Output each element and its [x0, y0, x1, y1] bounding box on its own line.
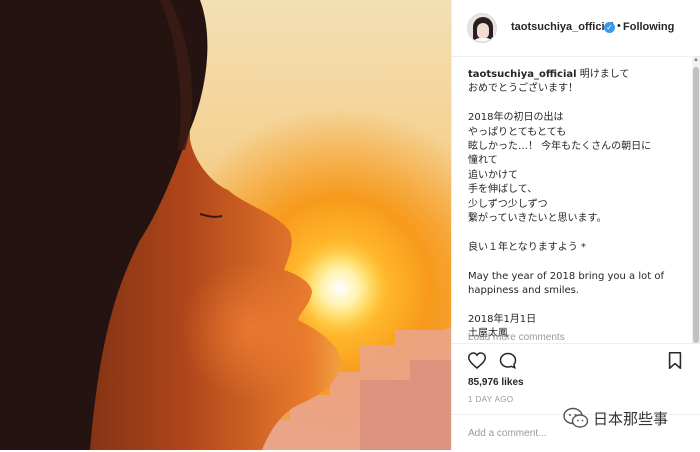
post-photo[interactable]	[0, 0, 451, 450]
caption-username[interactable]: taotsuchiya_official	[468, 69, 577, 80]
post-caption: taotsuchiya_official 明けまして おめでとうございます！ 2…	[468, 68, 683, 342]
scrollbar-thumb[interactable]	[693, 67, 699, 343]
watermark-text: 日本那些事	[593, 409, 669, 428]
avatar[interactable]	[467, 13, 497, 43]
verified-badge-icon: ✓	[604, 22, 615, 33]
heart-icon[interactable]	[467, 352, 487, 374]
caption-text: 明けまして おめでとうございます！ 2018年の初日の出は やっぱりとてもとても…	[468, 69, 664, 340]
post-date[interactable]: 1 DAY AGO	[468, 395, 514, 404]
post-header: taotsuchiya_official ✓ • Following	[452, 0, 700, 57]
wechat-watermark: 日本那些事	[563, 404, 668, 432]
load-more-comments-link[interactable]: Load more comments	[468, 332, 565, 343]
bookmark-icon[interactable]	[668, 352, 682, 374]
header-username[interactable]: taotsuchiya_official	[511, 21, 614, 33]
comments-area[interactable]: taotsuchiya_official 明けまして おめでとうございます！ 2…	[452, 57, 700, 343]
post-actions: 85,976 likes 1 DAY AGO	[452, 343, 700, 451]
comment-bubble-icon[interactable]	[499, 352, 517, 375]
following-button[interactable]: Following	[623, 21, 674, 33]
like-count[interactable]: 85,976 likes	[468, 377, 524, 388]
wechat-icon	[563, 407, 589, 428]
header-separator: •	[617, 20, 621, 32]
comments-scrollbar[interactable]: ▲	[692, 57, 700, 343]
post-side-panel: taotsuchiya_official ✓ • Following taots…	[451, 0, 700, 450]
scroll-up-arrow-icon[interactable]: ▲	[693, 57, 699, 63]
profile-sunrise-image	[0, 0, 451, 450]
